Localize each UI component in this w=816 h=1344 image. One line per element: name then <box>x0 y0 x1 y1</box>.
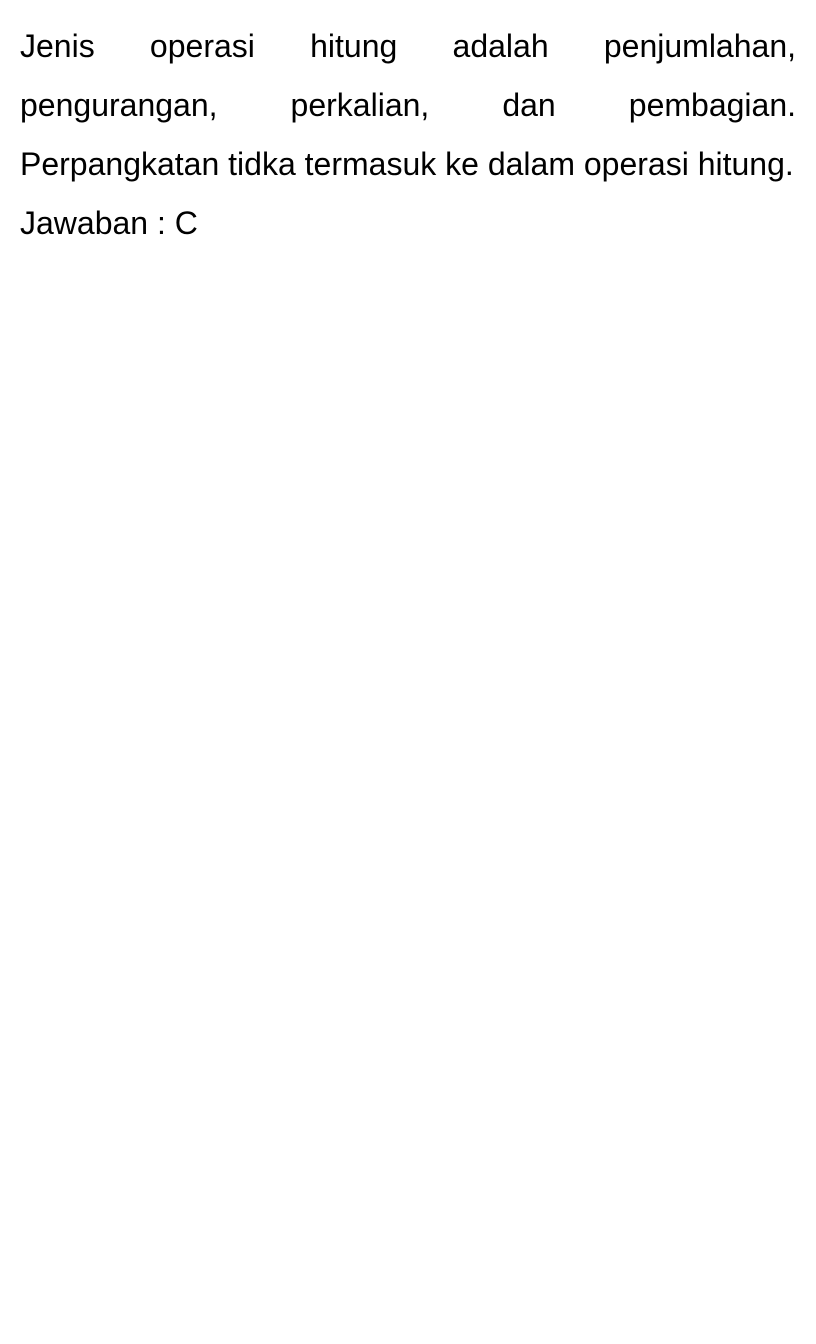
answer-text: Jawaban : C <box>20 205 198 241</box>
explanation-text: Jenis operasi hitung adalah penjumlahan,… <box>20 28 796 182</box>
document-body: Jenis operasi hitung adalah penjumlahan,… <box>20 17 796 253</box>
